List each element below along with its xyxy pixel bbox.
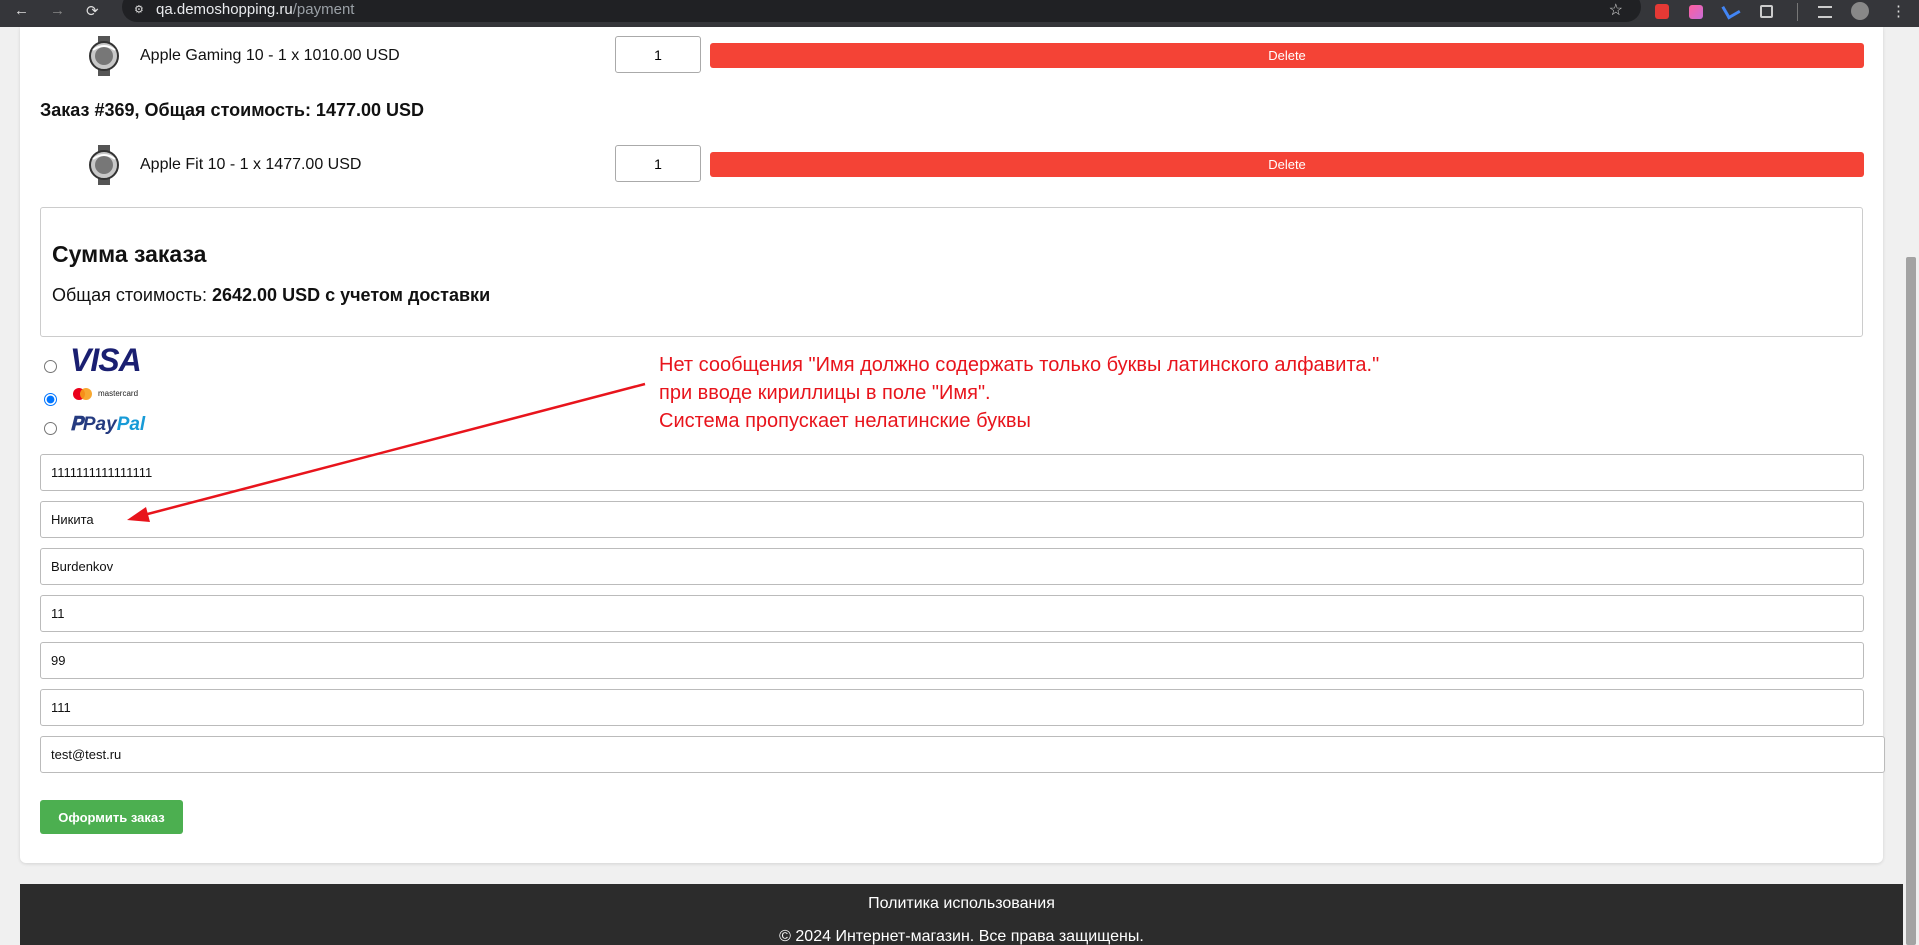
delete-button[interactable]: Delete <box>710 43 1864 68</box>
back-icon[interactable]: ← <box>14 2 29 19</box>
extension-icon[interactable] <box>1689 5 1703 19</box>
extension-icon[interactable] <box>1721 0 1741 20</box>
cart-item-row: Apple Fit 10 - 1 x 1477.00 USD Delete <box>84 145 1864 185</box>
delete-button[interactable]: Delete <box>710 152 1864 177</box>
toolbar-divider <box>1797 3 1798 21</box>
extension-icon[interactable] <box>1655 4 1669 19</box>
quantity-input[interactable] <box>615 145 701 182</box>
product-watch-image <box>89 145 119 185</box>
quantity-input[interactable] <box>615 36 701 73</box>
payment-radio-mastercard[interactable] <box>44 393 58 407</box>
product-watch-image <box>89 36 119 76</box>
site-footer: Политика использования © 2024 Интернет-м… <box>20 884 1903 945</box>
email-field[interactable] <box>40 736 1885 773</box>
url-text: qa.demoshopping.ru/payment <box>156 1 355 18</box>
annotation-line: при вводе кириллицы в поле "Имя". <box>659 382 991 404</box>
expiry-year-field[interactable] <box>40 642 1864 679</box>
annotation-line: Нет сообщения "Имя должно содержать толь… <box>659 354 1380 376</box>
first-name-field[interactable] <box>40 501 1864 538</box>
payment-radio-paypal[interactable] <box>44 422 58 436</box>
card-number-field[interactable] <box>40 454 1864 491</box>
scrollbar-thumb[interactable] <box>1906 257 1916 945</box>
payment-radio-visa[interactable] <box>44 360 58 374</box>
browser-menu-icon[interactable]: ⋮ <box>1891 2 1906 20</box>
order-summary-box: Сумма заказа Общая стоимость: 2642.00 US… <box>40 207 1863 337</box>
profile-avatar[interactable] <box>1851 2 1869 20</box>
cvv-field[interactable] <box>40 689 1864 726</box>
reload-icon[interactable]: ⟳ <box>86 2 99 20</box>
media-control-icon[interactable] <box>1818 6 1832 18</box>
summary-title: Сумма заказа <box>52 241 207 267</box>
address-bar[interactable]: ⚙ qa.demoshopping.ru/payment ☆ <box>122 0 1641 22</box>
expiry-month-field[interactable] <box>40 595 1864 632</box>
last-name-field[interactable] <box>40 548 1864 585</box>
cart-item-label: Apple Gaming 10 - 1 x 1010.00 USD <box>140 47 400 64</box>
browser-toolbar: ← → ⟳ ⚙ qa.demoshopping.ru/payment ☆ ⋮ <box>0 0 1919 27</box>
annotation-line: Система пропускает нелатинские буквы <box>659 410 1031 432</box>
paypal-logo: 𝐏PayPal <box>70 414 146 435</box>
site-settings-icon[interactable]: ⚙ <box>134 3 144 16</box>
cart-item-label: Apple Fit 10 - 1 x 1477.00 USD <box>140 156 362 173</box>
forward-icon[interactable]: → <box>50 2 65 19</box>
page-scrollbar[interactable] <box>1903 27 1919 945</box>
policy-link[interactable]: Политика использования <box>20 895 1903 913</box>
copyright-text: © 2024 Интернет-магазин. Все права защищ… <box>779 928 1144 945</box>
cart-item-row: Apple Gaming 10 - 1 x 1010.00 USD Delete <box>84 36 1864 76</box>
place-order-button[interactable]: Оформить заказ <box>40 800 183 834</box>
bug-annotation: Нет сообщения "Имя должно содержать толь… <box>659 351 1379 435</box>
order-heading: Заказ #369, Общая стоимость: 1477.00 USD <box>40 100 425 120</box>
visa-logo: VISA <box>70 342 142 378</box>
summary-total: Общая стоимость: 2642.00 USD с учетом до… <box>52 285 491 305</box>
summary-total-value: 2642.00 USD с учетом доставки <box>212 285 491 305</box>
extensions-puzzle-icon[interactable] <box>1760 5 1773 18</box>
bookmark-star-icon[interactable]: ☆ <box>1609 0 1623 20</box>
